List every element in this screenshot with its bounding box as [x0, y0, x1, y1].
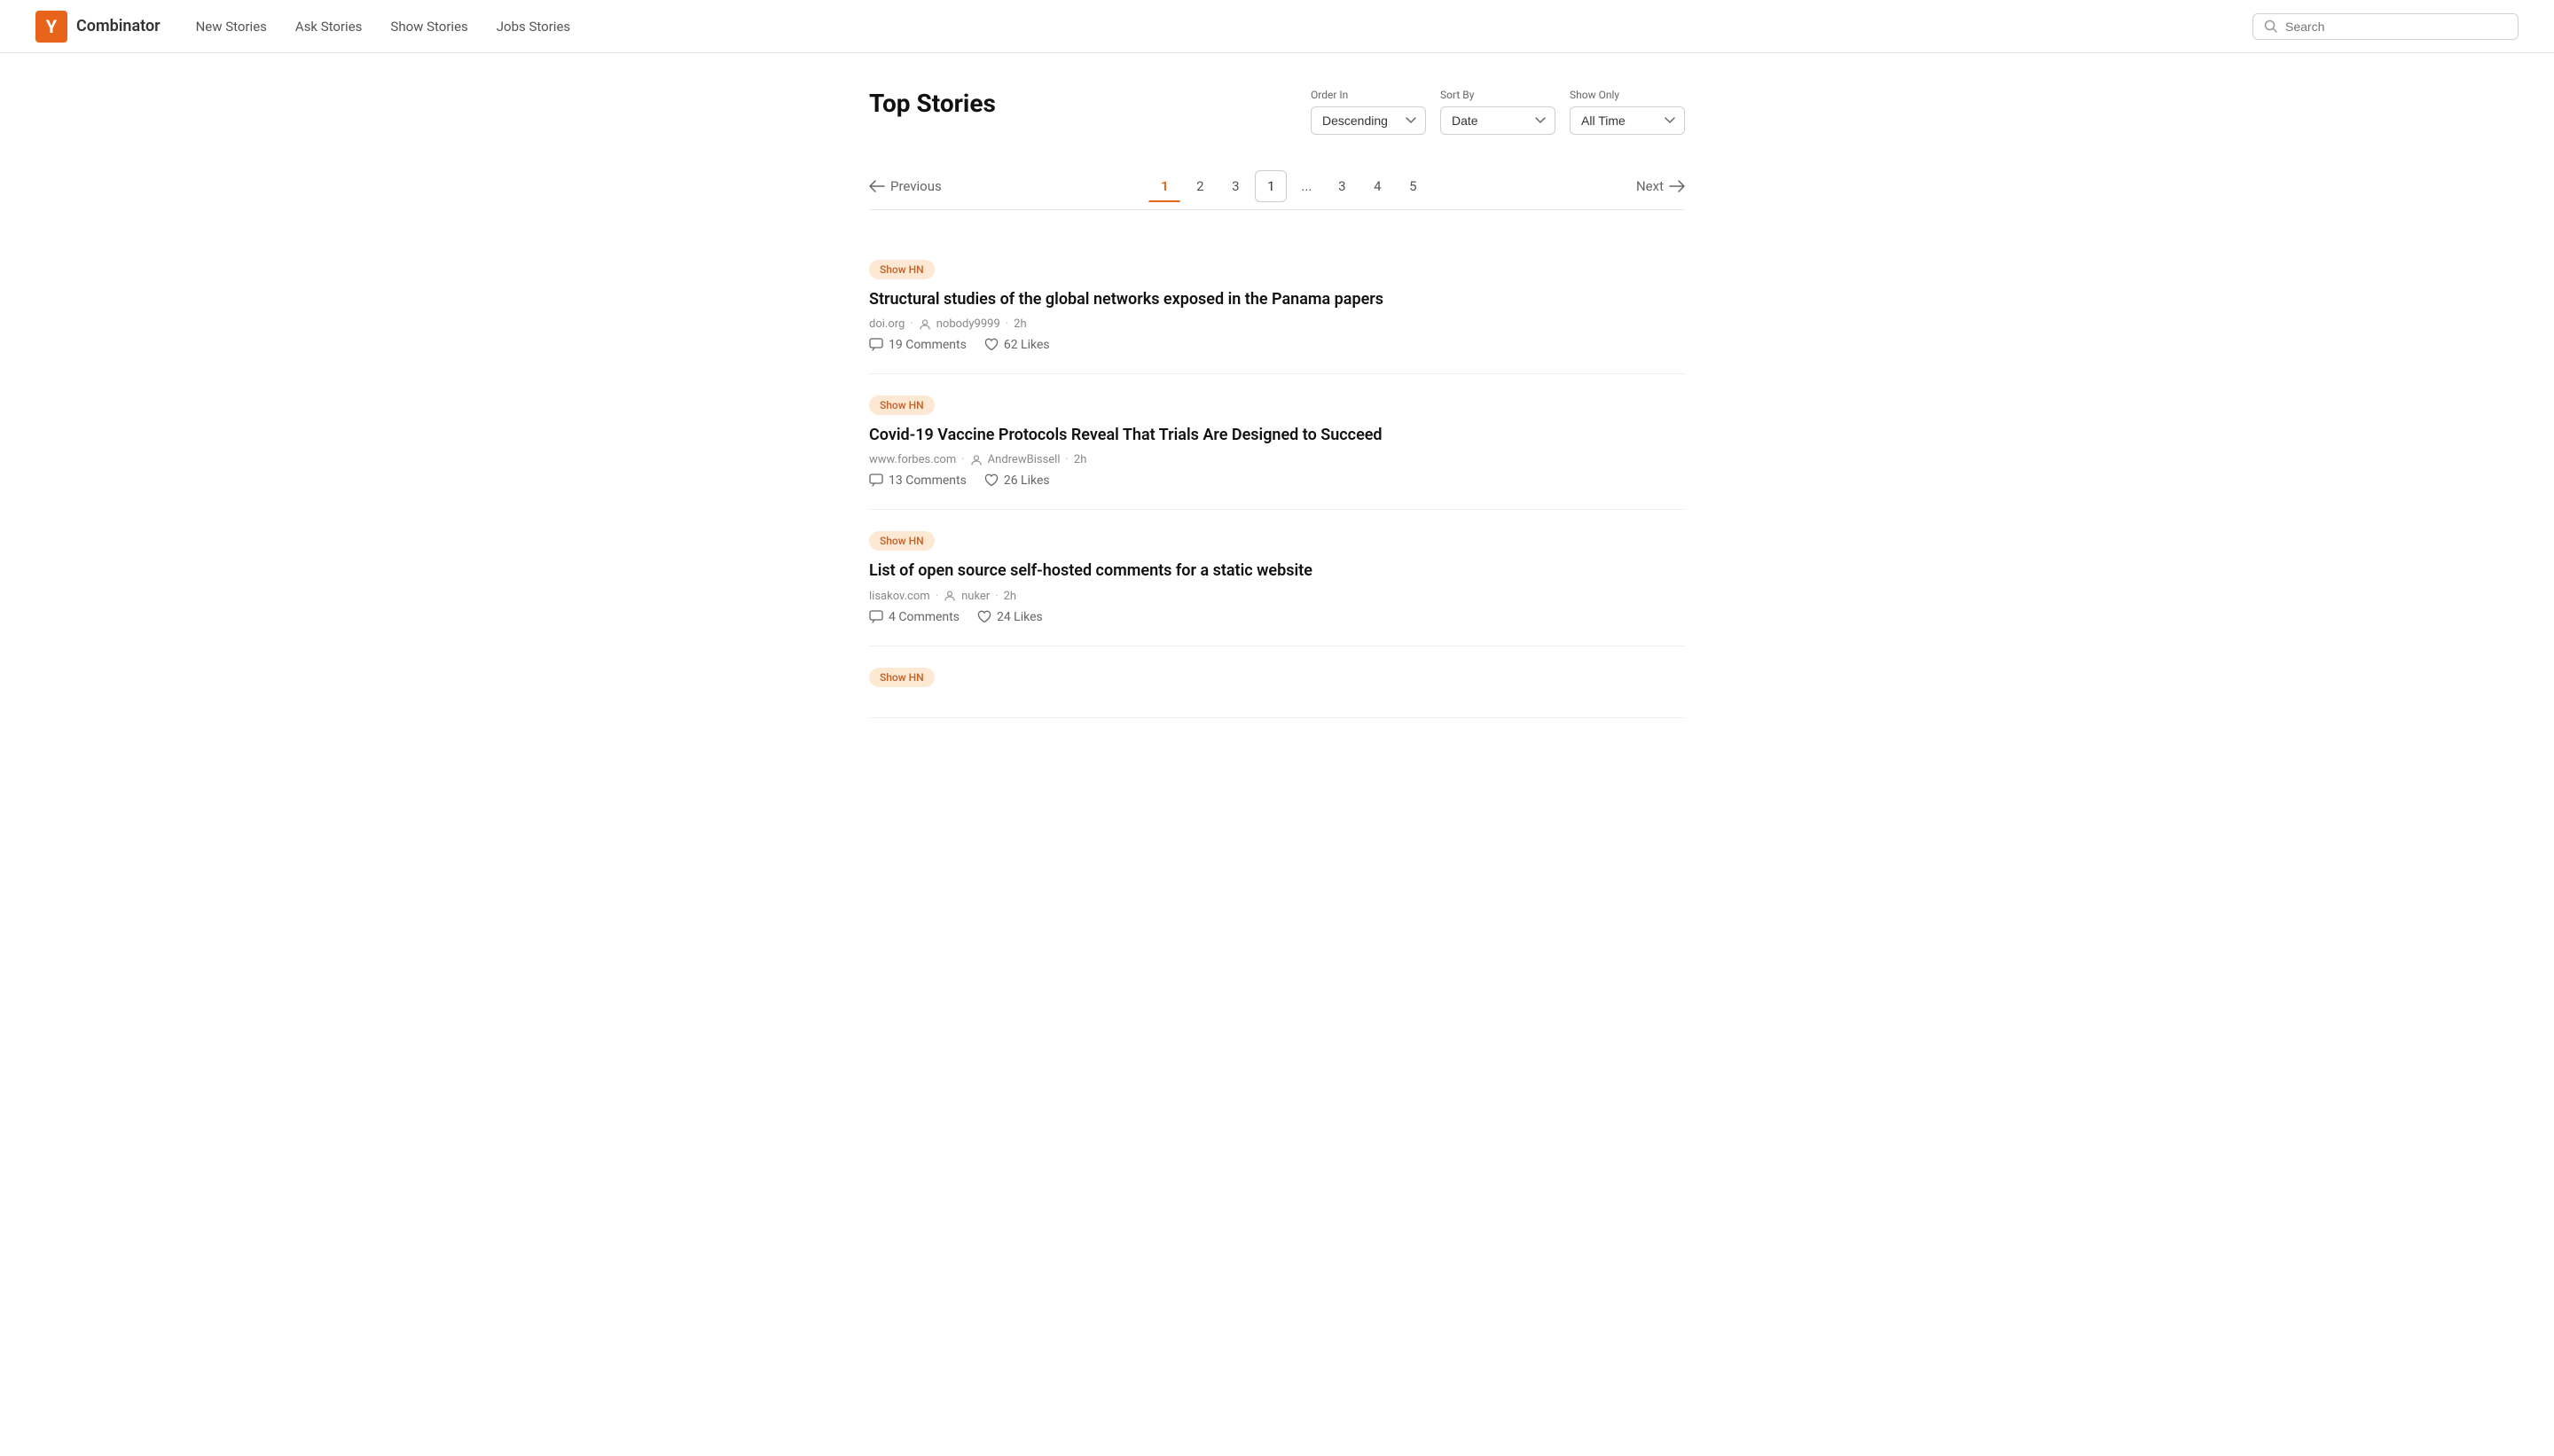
- story-actions-2: 4 Comments 24 Likes: [869, 610, 1685, 624]
- page-title: Top Stories: [869, 89, 996, 118]
- search-wrapper: [2252, 13, 2519, 40]
- nav-item-jobs-stories[interactable]: Jobs Stories: [497, 19, 570, 35]
- story-comments-2[interactable]: 4 Comments: [869, 610, 960, 624]
- page-selected-box[interactable]: 1: [1255, 170, 1287, 202]
- page-ellipsis: ...: [1290, 170, 1322, 202]
- story-item-1: Show HN Covid-19 Vaccine Protocols Revea…: [869, 374, 1685, 510]
- logo-box: Y: [35, 11, 67, 43]
- story-tag-3: Show HN: [869, 668, 935, 687]
- story-likes-2[interactable]: 24 Likes: [977, 610, 1043, 624]
- story-item-2: Show HN List of open source self-hosted …: [869, 510, 1685, 646]
- story-comments-1[interactable]: 13 Comments: [869, 474, 967, 488]
- pagination: Previous 1 2 3 1 ... 3 4 5 Next: [869, 163, 1685, 210]
- pagination-pages: 1 2 3 1 ... 3 4 5: [1148, 170, 1429, 202]
- page-1-active[interactable]: 1: [1148, 170, 1180, 202]
- logo-wrapper[interactable]: Y Combinator: [35, 11, 161, 43]
- heart-icon-0: [984, 338, 999, 352]
- show-only-select[interactable]: All Time Today This Week This Month: [1570, 106, 1685, 135]
- next-button[interactable]: Next: [1636, 178, 1685, 194]
- order-in-select[interactable]: Ascending Descending: [1311, 106, 1426, 135]
- filter-order-in-label: Order In: [1311, 89, 1426, 101]
- filter-sort-by-label: Sort By: [1440, 89, 1555, 101]
- story-title-2: List of open source self-hosted comments…: [869, 560, 1685, 582]
- story-likes-0[interactable]: 62 Likes: [984, 338, 1050, 352]
- story-author-0: nobody9999: [936, 317, 1000, 331]
- story-actions-0: 19 Comments 62 Likes: [869, 338, 1685, 352]
- heart-icon-2: [977, 610, 991, 624]
- user-icon-0: [919, 318, 931, 331]
- sort-by-select[interactable]: Date Score Comments: [1440, 106, 1555, 135]
- filter-order-in: Order In Ascending Descending: [1311, 89, 1426, 135]
- story-meta-1: www.forbes.com · AndrewBissell · 2h: [869, 453, 1685, 466]
- story-author-2: nuker: [961, 590, 990, 603]
- story-time-2: 2h: [1004, 590, 1016, 603]
- story-tag-0: Show HN: [869, 260, 935, 279]
- story-actions-1: 13 Comments 26 Likes: [869, 474, 1685, 488]
- page-3-right[interactable]: 3: [1326, 170, 1358, 202]
- story-meta-2: lisakov.com · nuker · 2h: [869, 590, 1685, 603]
- page-4[interactable]: 4: [1361, 170, 1393, 202]
- search-input[interactable]: [2285, 20, 2507, 34]
- nav-item-show-stories[interactable]: Show Stories: [390, 19, 467, 35]
- header: Y Combinator New Stories Ask Stories Sho…: [0, 0, 2554, 53]
- story-likes-1[interactable]: 26 Likes: [984, 474, 1050, 488]
- story-title-1: Covid-19 Vaccine Protocols Reveal That T…: [869, 424, 1685, 446]
- story-comments-0[interactable]: 19 Comments: [869, 338, 967, 352]
- user-icon-2: [944, 590, 956, 602]
- previous-button[interactable]: Previous: [869, 178, 942, 194]
- search-icon: [2264, 20, 2278, 34]
- story-title-0: Structural studies of the global network…: [869, 288, 1685, 310]
- page-3-left[interactable]: 3: [1219, 170, 1251, 202]
- story-time-1: 2h: [1074, 453, 1086, 466]
- comment-icon-0: [869, 338, 883, 352]
- story-item-3: Show HN: [869, 646, 1685, 718]
- heart-icon-1: [984, 474, 999, 488]
- filters: Order In Ascending Descending Sort By Da…: [1311, 89, 1685, 135]
- story-source-0[interactable]: doi.org: [869, 317, 905, 331]
- logo-letter: Y: [46, 16, 57, 37]
- story-time-0: 2h: [1014, 317, 1026, 331]
- arrow-right-icon: [1669, 180, 1685, 192]
- filter-sort-by: Sort By Date Score Comments: [1440, 89, 1555, 135]
- top-bar: Top Stories Order In Ascending Descendin…: [869, 89, 1685, 135]
- main-nav: New Stories Ask Stories Show Stories Job…: [196, 19, 2252, 35]
- comment-icon-1: [869, 474, 883, 488]
- comment-icon-2: [869, 610, 883, 624]
- filter-show-only: Show Only All Time Today This Week This …: [1570, 89, 1685, 135]
- page-2[interactable]: 2: [1184, 170, 1216, 202]
- story-author-1: AndrewBissell: [988, 453, 1061, 466]
- main-content: Top Stories Order In Ascending Descendin…: [851, 53, 1703, 754]
- story-source-2[interactable]: lisakov.com: [869, 590, 930, 603]
- arrow-left-icon: [869, 180, 885, 192]
- story-tag-1: Show HN: [869, 395, 935, 415]
- logo-text: Combinator: [76, 17, 161, 35]
- page-5[interactable]: 5: [1397, 170, 1429, 202]
- filter-show-only-label: Show Only: [1570, 89, 1685, 101]
- nav-item-ask-stories[interactable]: Ask Stories: [295, 19, 363, 35]
- nav-item-new-stories[interactable]: New Stories: [196, 19, 267, 35]
- user-icon-1: [970, 454, 983, 466]
- story-meta-0: doi.org · nobody9999 · 2h: [869, 317, 1685, 331]
- story-tag-2: Show HN: [869, 531, 935, 551]
- story-source-1[interactable]: www.forbes.com: [869, 453, 956, 466]
- story-item-0: Show HN Structural studies of the global…: [869, 239, 1685, 374]
